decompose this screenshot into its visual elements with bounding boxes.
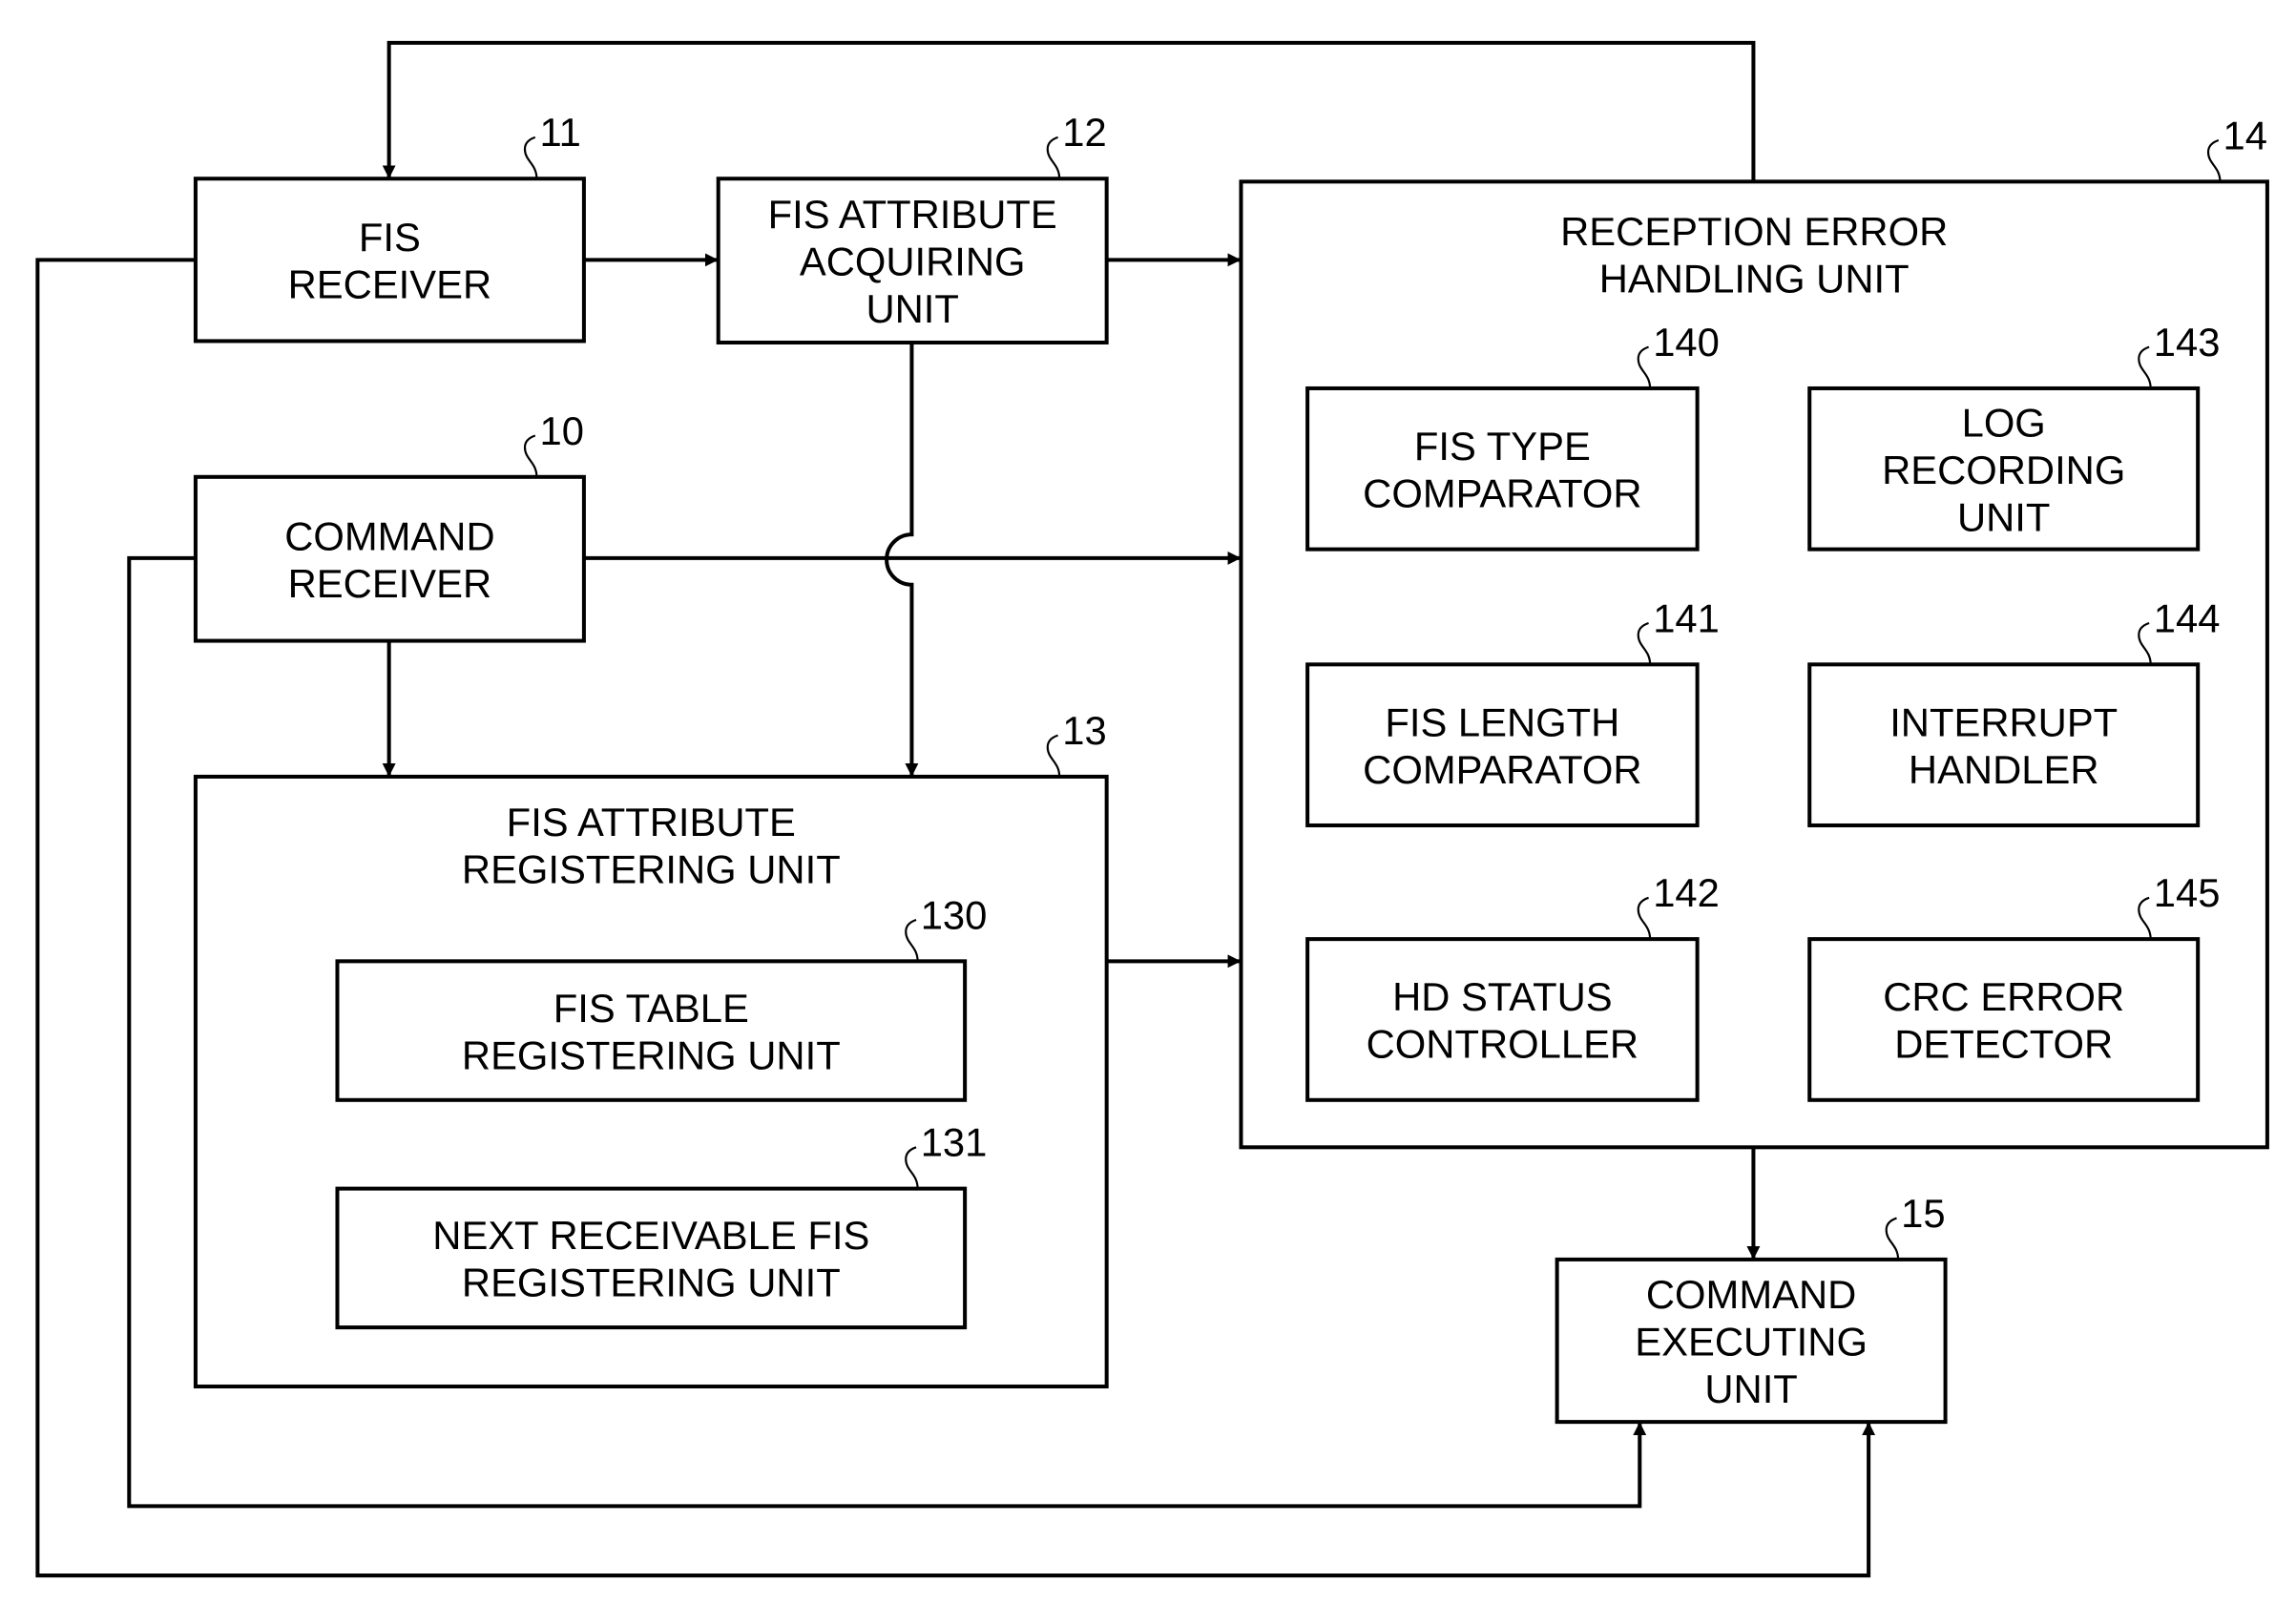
- block-12-label-line: FIS ATTRIBUTE: [768, 192, 1057, 237]
- reference-number-12: 12: [1062, 110, 1106, 155]
- block-14-label-line: HANDLING UNIT: [1599, 256, 1910, 301]
- block-130-label-line: FIS TABLE: [553, 986, 749, 1031]
- block-11-label-line: FIS: [359, 215, 421, 260]
- block-10: COMMANDRECEIVER 10: [193, 408, 586, 643]
- reference-number-140: 140: [1653, 320, 1720, 365]
- block-15: COMMANDEXECUTINGUNIT 15: [1555, 1191, 1948, 1425]
- reference-number-14: 14: [2223, 113, 2266, 157]
- reference-number-142: 142: [1653, 870, 1720, 915]
- reference-number-13: 13: [1062, 708, 1106, 753]
- block-140-label-line: FIS TYPE: [1414, 424, 1591, 469]
- block-141-label-line: COMPARATOR: [1363, 747, 1641, 792]
- block-12: FIS ATTRIBUTEACQUIRINGUNIT 12: [716, 110, 1109, 345]
- reference-leader-11: [523, 135, 538, 179]
- block-131-frame: [335, 1186, 968, 1330]
- block-diagram: FIS ATTRIBUTEREGISTERING UNIT13RECEPTION…: [35, 40, 2269, 1578]
- block-15-label-line: UNIT: [1704, 1366, 1797, 1411]
- block-15-label-line: EXECUTING: [1635, 1319, 1868, 1364]
- block-144-label-line: INTERRUPT: [1889, 699, 2118, 744]
- block-13-label-line: REGISTERING UNIT: [462, 846, 841, 891]
- block-145-frame: [1807, 937, 2201, 1102]
- reference-leader-10: [523, 434, 538, 477]
- block-145-label-line: CRC ERROR: [1883, 974, 2124, 1019]
- block-143-label-line: RECORDING: [1882, 448, 2125, 492]
- block-143-label-line: UNIT: [1957, 494, 2050, 539]
- reference-leader-14: [2206, 138, 2222, 182]
- block-12-label-line: ACQUIRING: [800, 240, 1026, 284]
- block-143-label-line: LOG: [1962, 400, 2046, 445]
- reference-number-11: 11: [539, 110, 580, 155]
- block-140-label-line: COMPARATOR: [1363, 471, 1641, 516]
- block-11-label-line: RECEIVER: [288, 262, 492, 307]
- reference-number-141: 141: [1653, 595, 1720, 640]
- block-14-label-line: RECEPTION ERROR: [1560, 209, 1948, 254]
- block-141-frame: [1305, 662, 1700, 827]
- block-144-label-line: HANDLER: [1909, 747, 2099, 792]
- reference-number-15: 15: [1901, 1191, 1945, 1236]
- reference-leader-13: [1046, 734, 1061, 777]
- block-12-label-line: UNIT: [866, 286, 958, 331]
- reference-number-144: 144: [2154, 595, 2221, 640]
- reference-leader-15: [1885, 1217, 1900, 1260]
- block-144-frame: [1807, 662, 2201, 827]
- reference-number-145: 145: [2154, 870, 2221, 915]
- block-142-label-line: HD STATUS: [1392, 974, 1613, 1019]
- block-141-label-line: FIS LENGTH: [1385, 699, 1619, 744]
- reference-number-131: 131: [921, 1120, 988, 1165]
- block-140-frame: [1305, 386, 1700, 552]
- reference-number-10: 10: [539, 408, 583, 453]
- block-15-label-line: COMMAND: [1646, 1272, 1856, 1317]
- block-142-label-line: CONTROLLER: [1367, 1022, 1639, 1067]
- block-142-frame: [1305, 937, 1700, 1102]
- block-130-label-line: REGISTERING UNIT: [462, 1032, 841, 1077]
- reference-number-143: 143: [2154, 320, 2221, 365]
- reference-leader-12: [1046, 135, 1061, 179]
- block-10-label-line: RECEIVER: [288, 561, 492, 606]
- reference-number-130: 130: [921, 892, 988, 937]
- block-131-label-line: NEXT RECEIVABLE FIS: [432, 1213, 869, 1258]
- block-11-frame: [193, 177, 586, 344]
- block-131-label-line: REGISTERING UNIT: [462, 1261, 841, 1305]
- block-10-frame: [193, 474, 586, 643]
- block-10-label-line: COMMAND: [284, 513, 494, 558]
- blocks: FIS ATTRIBUTEREGISTERING UNIT13RECEPTION…: [193, 110, 2269, 1425]
- block-145-label-line: DETECTOR: [1894, 1022, 2113, 1067]
- block-13-label-line: FIS ATTRIBUTE: [507, 800, 796, 844]
- block-130-frame: [335, 959, 968, 1102]
